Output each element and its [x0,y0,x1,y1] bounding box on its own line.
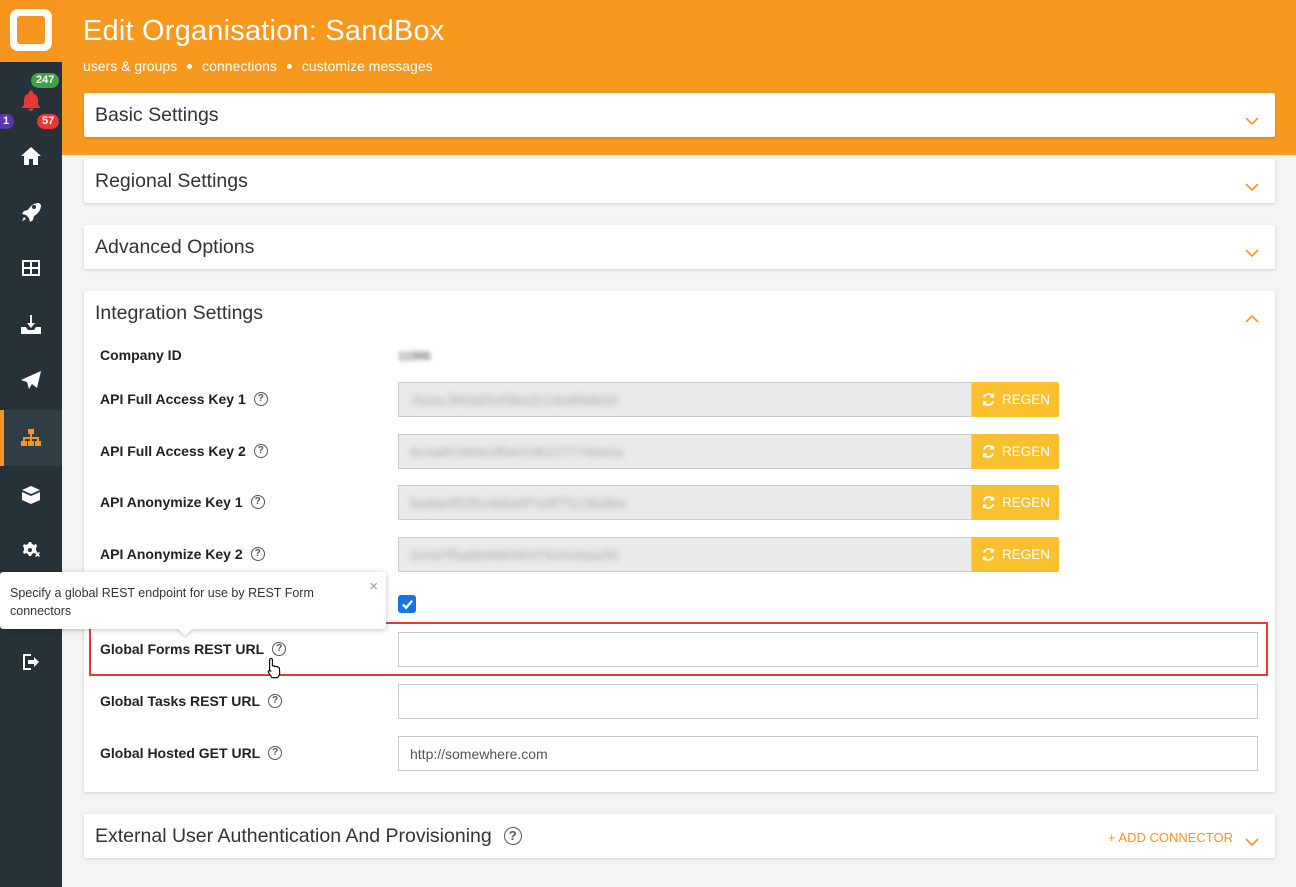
rocket-icon [22,203,41,222]
help-circle-icon[interactable]: ? [253,444,268,458]
help-tooltip: Specify a global REST endpoint for use b… [0,572,386,629]
header-subnav: users & groups connections customize mes… [83,58,433,74]
nav-organisation[interactable] [0,410,62,466]
subnav-customize-messages[interactable]: customize messages [302,58,433,74]
panel-title: Advanced Options [95,235,255,258]
refresh-icon [982,496,995,509]
chevron-up-icon [1245,307,1259,323]
help-circle-icon[interactable]: ? [250,547,265,561]
tooltip-text: Specify a global REST endpoint for use b… [10,586,314,618]
nav-logout[interactable] [0,634,62,690]
refresh-icon [982,548,995,561]
nav-packages[interactable] [0,466,62,522]
regen-anon-key-1-button[interactable]: REGEN [972,485,1059,520]
app-logo[interactable] [0,0,62,62]
subnav-users-groups[interactable]: users & groups [83,58,177,74]
regen-anon-key-2-button[interactable]: REGEN [972,537,1059,572]
nav-home[interactable] [0,128,62,184]
subnav-connections[interactable]: connections [202,58,277,74]
panel-advanced-options-header[interactable]: Advanced Options [84,225,1275,269]
api-anonymize-key-2-field: 2c0d7f5a6b96806f1f7620c6da2f0 [398,537,972,572]
panel-integration-settings-header[interactable]: Integration Settings [84,291,1275,335]
page-title: Edit Organisation: SandBox [83,15,445,47]
panel-title: External User Authentication And Provisi… [95,824,492,847]
nav-settings[interactable] [0,522,62,578]
box-open-icon [22,486,40,504]
company-id-label: Company ID [100,347,182,363]
global-hosted-get-url-input[interactable] [398,736,1258,771]
help-circle-icon[interactable]: ? [268,746,283,760]
tooltip-arrow [177,628,193,636]
company-id-value: 11986 [398,349,431,363]
api-anonymize-key-1-field: 6adae8f1f5c4b6a9f7e9f7f1c3fa9be [398,485,972,520]
api-anonymize-key-1-label: API Anonymize Key 1 ? [100,485,265,519]
logo-mark-inner [17,16,45,44]
sidebar: 247 57 1 [0,0,62,887]
panel-advanced-options: Advanced Options [84,225,1275,269]
regen-key-2-button[interactable]: REGEN [972,434,1059,469]
nav-launch[interactable] [0,184,62,240]
regen-key-1-button[interactable]: REGEN [972,382,1059,417]
global-tasks-rest-url-label: Global Tasks REST URL ? [100,684,282,718]
nav-inbox[interactable] [0,297,62,353]
notification-count-badge: 247 [31,73,60,88]
panel-regional-settings-header[interactable]: Regional Settings [84,159,1275,203]
sitemap-icon [21,429,41,446]
close-icon[interactable]: × [369,578,378,596]
api-full-access-key-2-field: 6c4a65390b1ff9431f62277740e0a [398,434,972,469]
bell-icon [22,90,40,111]
refresh-icon [982,445,995,458]
panel-title: Regional Settings [95,169,248,192]
alert-count-badge: 57 [37,114,60,129]
help-circle-icon[interactable]: ? [268,694,282,708]
gears-icon [23,542,40,557]
refresh-icon [982,393,995,406]
chevron-down-icon [1245,241,1259,258]
add-connector-button[interactable]: + ADD CONNECTOR [1108,830,1233,845]
panel-external-auth-header[interactable]: External User Authentication And Provisi… [84,814,1275,858]
help-circle-icon[interactable]: ? [503,827,522,845]
chevron-down-icon [1245,109,1259,126]
panel-title: Basic Settings [95,103,219,126]
panel-title: Integration Settings [95,301,264,324]
checkmark-icon [401,599,413,609]
api-full-access-key-2-label: API Full Access Key 2 ? [100,434,268,468]
sign-out-icon [23,654,39,670]
enable-checkbox[interactable] [398,595,416,613]
subnav-separator [286,63,292,69]
panel-basic-settings-header[interactable]: Basic Settings [84,93,1275,137]
help-circle-icon[interactable]: ? [253,392,268,406]
global-tasks-rest-url-input[interactable] [398,684,1258,719]
global-hosted-get-url-label: Global Hosted GET URL ? [100,736,283,770]
panel-integration-settings: Integration Settings Company ID 11986 AP… [84,291,1275,792]
api-anonymize-key-2-label: API Anonymize Key 2 ? [100,537,265,571]
subnav-separator [187,63,193,69]
panel-basic-settings: Basic Settings [84,93,1275,137]
hand-cursor-icon [267,657,281,679]
nav-send[interactable] [0,353,62,409]
panel-regional-settings: Regional Settings [84,159,1275,203]
paper-plane-icon [21,371,41,389]
chevron-down-icon [1245,175,1259,192]
dashboard-icon [22,260,40,276]
api-full-access-key-1-field: 7bcec3f43af2ef3be2c14e8f9db00 [398,382,972,417]
inbox-download-icon [21,315,41,334]
panel-external-auth: External User Authentication And Provisi… [84,814,1275,858]
home-icon [21,147,41,165]
nav-dashboard[interactable] [0,240,62,296]
chevron-down-icon [1245,830,1259,847]
help-circle-icon[interactable]: ? [250,495,265,509]
api-full-access-key-1-label: API Full Access Key 1 ? [100,382,268,416]
